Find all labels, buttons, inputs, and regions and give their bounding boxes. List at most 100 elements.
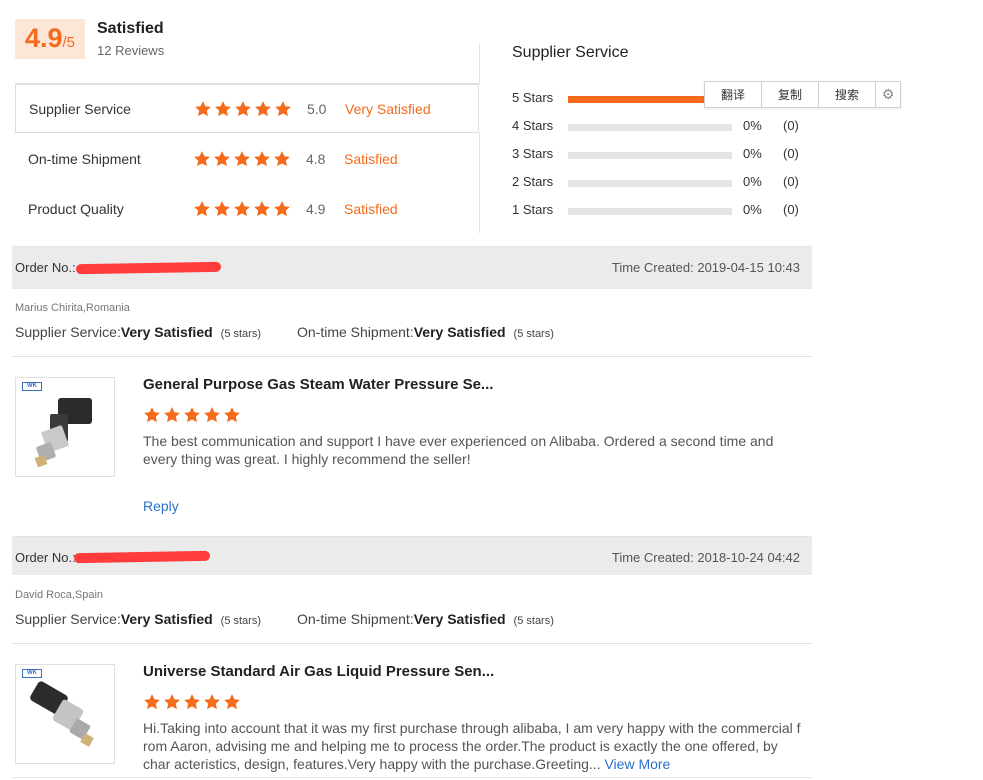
- breakdown-row-4-stars[interactable]: 4 Stars 0% (0): [512, 116, 812, 138]
- supplier-service-label: Supplier Service:: [15, 611, 121, 627]
- supplier-service-stars: (5 stars): [220, 615, 261, 627]
- divider: [479, 133, 480, 233]
- pressure-sensor-image: [34, 398, 92, 468]
- redacted-order-number: [75, 261, 222, 275]
- order-rating-summary: Supplier Service: Very Satisfied (5 star…: [15, 611, 815, 629]
- overall-score: 4.9: [24, 23, 63, 53]
- product-image[interactable]: WK: [15, 664, 115, 764]
- breakdown-row-1-stars[interactable]: 1 Stars 0% (0): [512, 200, 812, 222]
- star-icon: [223, 693, 241, 711]
- breakdown-label: 4 Stars: [512, 118, 554, 133]
- star-icon: [163, 406, 181, 424]
- breakdown-label: 2 Stars: [512, 174, 554, 189]
- rating-row-on-time-shipment[interactable]: On-time Shipment 4.8 Satisfied: [15, 134, 479, 183]
- star-icon: [143, 693, 161, 711]
- buyer-name: Marius Chirita,Romania: [15, 302, 130, 314]
- star-icon: [213, 200, 231, 218]
- product-image[interactable]: WK: [15, 377, 115, 477]
- translate-button[interactable]: 翻译: [705, 82, 762, 107]
- review-text-body: Hi.Taking into account that it was my fi…: [143, 720, 801, 772]
- product-title-link[interactable]: General Purpose Gas Steam Water Pressure…: [143, 376, 493, 393]
- star-icon: [274, 100, 292, 118]
- star-icon: [183, 693, 201, 711]
- star-icon: [273, 150, 291, 168]
- star-icon: [203, 693, 221, 711]
- shipment-stars: (5 stars): [513, 328, 554, 340]
- rating-value: 4.8: [306, 150, 326, 167]
- breakdown-bar: [568, 152, 732, 159]
- copy-button[interactable]: 复制: [762, 82, 819, 107]
- star-icon: [213, 150, 231, 168]
- star-icon: [143, 406, 161, 424]
- order-time-created: Time Created: 2019-04-15 10:43: [611, 260, 800, 275]
- redacted-order-number: [73, 550, 211, 564]
- shipment-value: Very Satisfied: [413, 611, 506, 627]
- view-more-link[interactable]: View More: [604, 756, 670, 772]
- order-number-label: Order No.:: [15, 550, 76, 565]
- divider: [12, 777, 812, 778]
- overall-score-scale: /5: [62, 34, 76, 51]
- review-text: The best communication and support I hav…: [143, 433, 774, 467]
- settings-gear-icon[interactable]: ⚙: [876, 82, 900, 107]
- shipment-stars: (5 stars): [513, 615, 554, 627]
- breakdown-label: 5 Stars: [512, 90, 554, 105]
- shipment-value: Very Satisfied: [413, 324, 506, 340]
- star-icon: [214, 100, 232, 118]
- order-header: Order No.: Time Created: 2018-10-24 04:4…: [12, 537, 812, 575]
- pressure-sensor-image: [30, 681, 94, 747]
- overall-score-badge: 4.9 /5: [15, 19, 85, 59]
- rating-row-product-quality[interactable]: Product Quality 4.9 Satisfied: [15, 184, 479, 233]
- reply-link[interactable]: Reply: [143, 498, 179, 514]
- star-icon: [193, 200, 211, 218]
- supplier-service-value: Very Satisfied: [120, 324, 213, 340]
- product-title-link[interactable]: Universe Standard Air Gas Liquid Pressur…: [143, 663, 494, 680]
- breakdown-count: (0): [783, 202, 799, 217]
- rating-stars: [193, 150, 291, 168]
- star-icon: [273, 200, 291, 218]
- overall-score-label: Satisfied: [97, 20, 164, 37]
- breakdown-title: Supplier Service: [512, 44, 629, 61]
- star-icon: [194, 100, 212, 118]
- breakdown-percent: 0%: [743, 118, 762, 133]
- breakdown-bar-fill: [568, 96, 716, 103]
- breakdown-bar: [568, 180, 732, 187]
- rating-value: 4.9: [306, 200, 326, 217]
- star-icon: [223, 406, 241, 424]
- order-number-label: Order No.:: [15, 260, 76, 275]
- breakdown-row-3-stars[interactable]: 3 Stars 0% (0): [512, 144, 812, 166]
- star-icon: [253, 200, 271, 218]
- divider: [479, 44, 480, 84]
- breakdown-bar: [568, 208, 732, 215]
- breakdown-count: (0): [783, 118, 799, 133]
- breakdown-label: 3 Stars: [512, 146, 554, 161]
- star-icon: [193, 150, 211, 168]
- star-icon: [203, 406, 221, 424]
- breakdown-bar: [568, 124, 732, 131]
- star-icon: [253, 150, 271, 168]
- rating-row-supplier-service[interactable]: Supplier Service 5.0 Very Satisfied: [15, 84, 479, 133]
- rating-label: Product Quality: [28, 200, 124, 217]
- breakdown-count: (0): [783, 146, 799, 161]
- breakdown-percent: 0%: [743, 202, 762, 217]
- rating-label: Supplier Service: [29, 100, 131, 117]
- star-icon: [163, 693, 181, 711]
- rating-text: Very Satisfied: [345, 100, 431, 117]
- review-stars: [143, 406, 241, 424]
- supplier-service-label: Supplier Service:: [15, 324, 121, 340]
- order-header: Order No.: Time Created: 2019-04-15 10:4…: [12, 247, 812, 289]
- order-time-created: Time Created: 2018-10-24 04:42: [611, 550, 800, 565]
- breakdown-bar: [568, 96, 716, 103]
- breakdown-count: (0): [783, 174, 799, 189]
- search-button[interactable]: 搜索: [819, 82, 876, 107]
- shipment-label: On-time Shipment:: [297, 611, 414, 627]
- divider: [12, 356, 812, 357]
- breakdown-label: 1 Stars: [512, 202, 554, 217]
- rating-stars: [193, 200, 291, 218]
- shipment-label: On-time Shipment:: [297, 324, 414, 340]
- rating-value: 5.0: [307, 100, 327, 117]
- breakdown-row-2-stars[interactable]: 2 Stars 0% (0): [512, 172, 812, 194]
- translate-toolbar: 翻译 复制 搜索 ⚙: [704, 81, 901, 108]
- rating-label: On-time Shipment: [28, 150, 141, 167]
- rating-text: Satisfied: [344, 200, 398, 217]
- review-count[interactable]: 12 Reviews: [97, 43, 164, 58]
